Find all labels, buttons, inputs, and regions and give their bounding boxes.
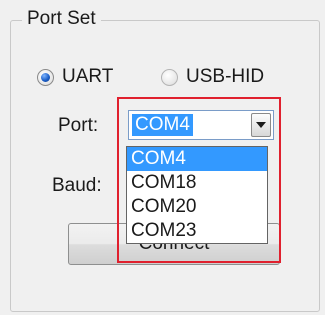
group-title: Port Set bbox=[22, 8, 101, 30]
port-set-panel: Port Set UART USB-HID Port: COM4 Baud: C… bbox=[0, 0, 325, 315]
uart-radio[interactable]: UART bbox=[37, 66, 113, 88]
port-option-com4[interactable]: COM4 bbox=[127, 147, 267, 171]
dropdown-arrow-button[interactable] bbox=[251, 113, 271, 137]
port-label: Port: bbox=[58, 115, 99, 136]
usb-hid-radio-label: USB-HID bbox=[186, 66, 265, 87]
port-dropdown-list: COM4 COM18 COM20 COM23 bbox=[126, 146, 268, 244]
port-select[interactable]: COM4 bbox=[128, 110, 274, 140]
baud-label: Baud: bbox=[52, 175, 102, 196]
port-select-value: COM4 bbox=[132, 114, 193, 136]
port-option-com23[interactable]: COM23 bbox=[127, 219, 267, 243]
radio-checked-icon bbox=[37, 68, 54, 86]
port-option-com18[interactable]: COM18 bbox=[127, 171, 267, 195]
chevron-down-icon bbox=[256, 122, 266, 128]
port-option-com20[interactable]: COM20 bbox=[127, 195, 267, 219]
radio-unchecked-icon bbox=[161, 68, 178, 86]
uart-radio-label: UART bbox=[62, 66, 114, 87]
usb-hid-radio[interactable]: USB-HID bbox=[161, 66, 264, 88]
